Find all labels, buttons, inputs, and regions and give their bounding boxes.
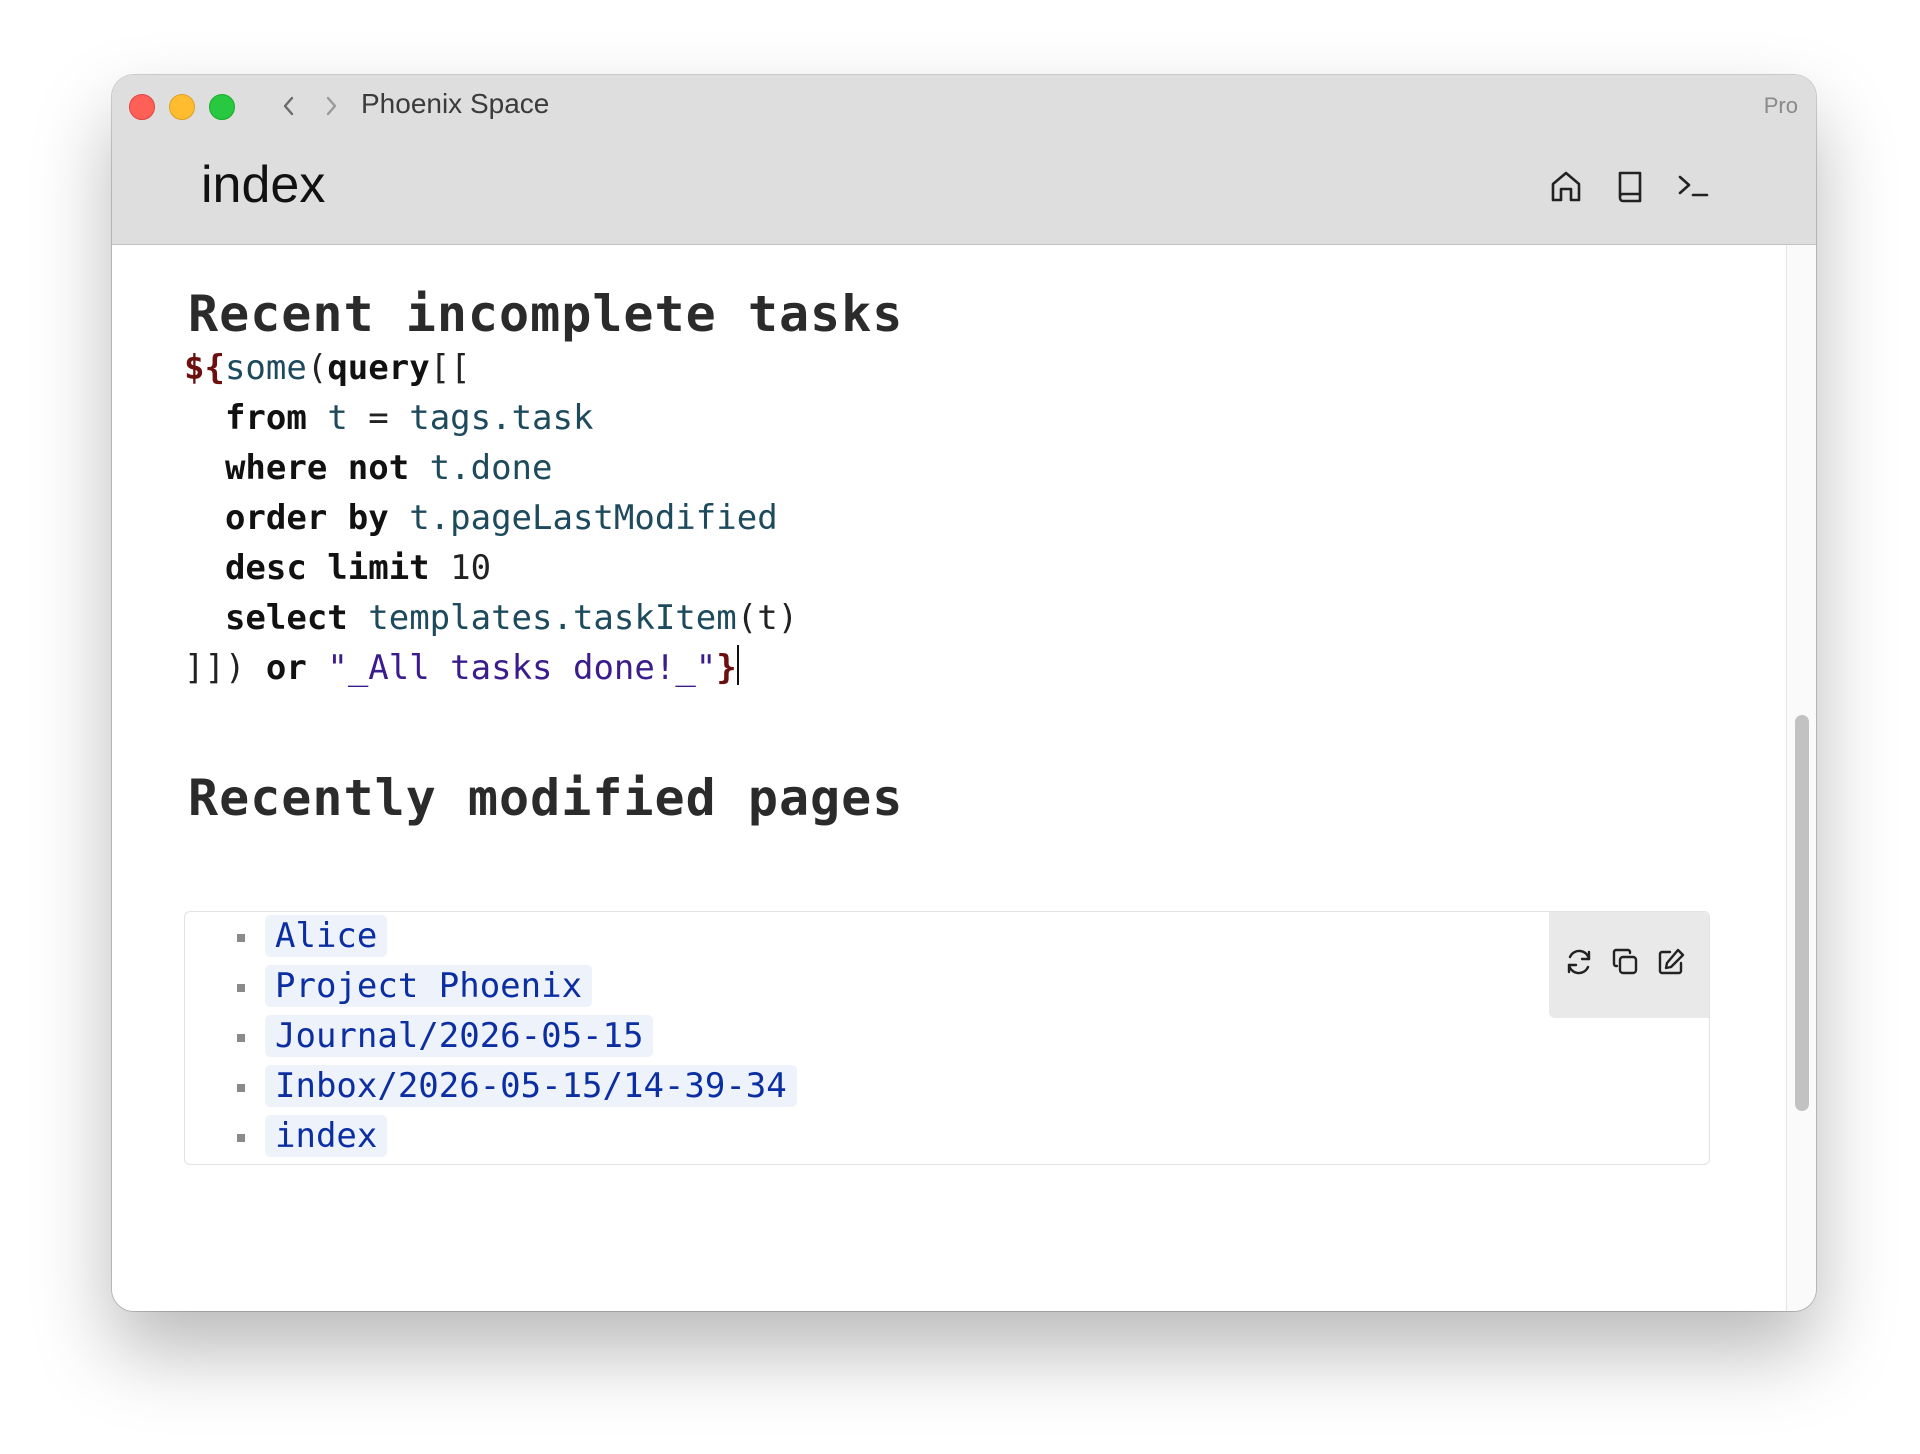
code-token: t.done	[429, 448, 553, 488]
close-window-button[interactable]	[129, 94, 155, 120]
copy-icon	[1612, 948, 1638, 975]
minimize-window-button[interactable]	[169, 94, 195, 120]
template-open: ${	[184, 348, 225, 388]
page-link[interactable]: Inbox/2026-05-15/14-39-34	[265, 1065, 797, 1107]
code-token: tags.task	[409, 398, 594, 438]
bullet-icon	[237, 1084, 245, 1092]
template-close: }	[716, 648, 737, 688]
copy-button[interactable]	[1609, 946, 1641, 978]
book-icon	[1618, 171, 1642, 203]
terminal-icon	[1678, 175, 1709, 197]
list-item: Project Phoenix	[185, 962, 985, 1012]
code-keyword: query	[327, 348, 430, 388]
code-keyword: select	[224, 598, 348, 638]
forward-button[interactable]	[318, 91, 344, 121]
page-link[interactable]: Journal/2026-05-15	[265, 1015, 654, 1057]
back-button[interactable]	[276, 91, 302, 121]
code-number: 10	[450, 548, 492, 588]
all-pages-button[interactable]	[1610, 167, 1650, 207]
bullet-icon	[237, 984, 245, 992]
pro-label: Pro	[1763, 93, 1798, 118]
code-keyword: or	[265, 648, 307, 688]
page-link[interactable]: index	[265, 1115, 388, 1157]
scrollbar-thumb[interactable]	[1795, 715, 1809, 1111]
titlebar: Phoenix Space Pro index	[112, 75, 1816, 245]
code-token: some	[224, 348, 307, 388]
refresh-button[interactable]	[1563, 946, 1595, 978]
text-cursor	[736, 645, 739, 685]
refresh-icon	[1567, 949, 1591, 975]
home-icon	[1551, 171, 1581, 202]
code-token: =	[347, 398, 410, 438]
bullet-icon	[237, 1134, 245, 1142]
home-button[interactable]	[1546, 167, 1586, 207]
space-title: Phoenix Space	[361, 88, 550, 119]
code-token: t	[327, 398, 348, 438]
code-token: templates.taskItem	[368, 598, 737, 638]
bullet-icon	[237, 1034, 245, 1042]
list-item: Journal/2026-05-15	[185, 1012, 985, 1062]
app-window: Phoenix Space Pro index Recent incomplet…	[112, 75, 1816, 1311]
code-keyword: desc limit	[224, 548, 430, 588]
editor-content[interactable]: Recent incomplete tasks ${some(query[[ f…	[112, 245, 1786, 1311]
code-token: t.pageLastModified	[409, 498, 778, 538]
edit-button[interactable]	[1655, 946, 1687, 978]
code-keyword: from	[224, 398, 307, 438]
code-token: (	[306, 348, 328, 388]
bullet-icon	[237, 934, 245, 942]
page-link[interactable]: Alice	[265, 915, 388, 957]
recent-pages-widget: Alice Project Phoenix Journal/2026-05-15…	[184, 911, 1710, 1165]
code-keyword: order by	[224, 498, 389, 538]
tasks-heading: Recent incomplete tasks	[188, 285, 904, 343]
pages-heading: Recently modified pages	[188, 769, 904, 827]
edit-icon	[1658, 948, 1685, 975]
code-token: [[	[429, 348, 471, 388]
chevron-right-icon	[326, 96, 337, 116]
widget-toolbar	[1549, 912, 1709, 1018]
code-token: ]])	[184, 648, 246, 688]
command-palette-button[interactable]	[1674, 167, 1714, 207]
code-string: "_All tasks done!_"	[327, 648, 717, 688]
page-title[interactable]: index	[201, 155, 325, 215]
query-code-block[interactable]: ${some(query[[ from t = tags.task where …	[184, 343, 798, 693]
chevron-left-icon	[283, 96, 294, 116]
zoom-window-button[interactable]	[209, 94, 235, 120]
code-keyword: where not	[224, 448, 410, 488]
list-item: Alice	[185, 912, 985, 962]
code-token: (t)	[736, 598, 799, 638]
page-link[interactable]: Project Phoenix	[265, 965, 593, 1007]
list-item: index	[185, 1112, 985, 1162]
list-item: Inbox/2026-05-15/14-39-34	[185, 1062, 985, 1112]
